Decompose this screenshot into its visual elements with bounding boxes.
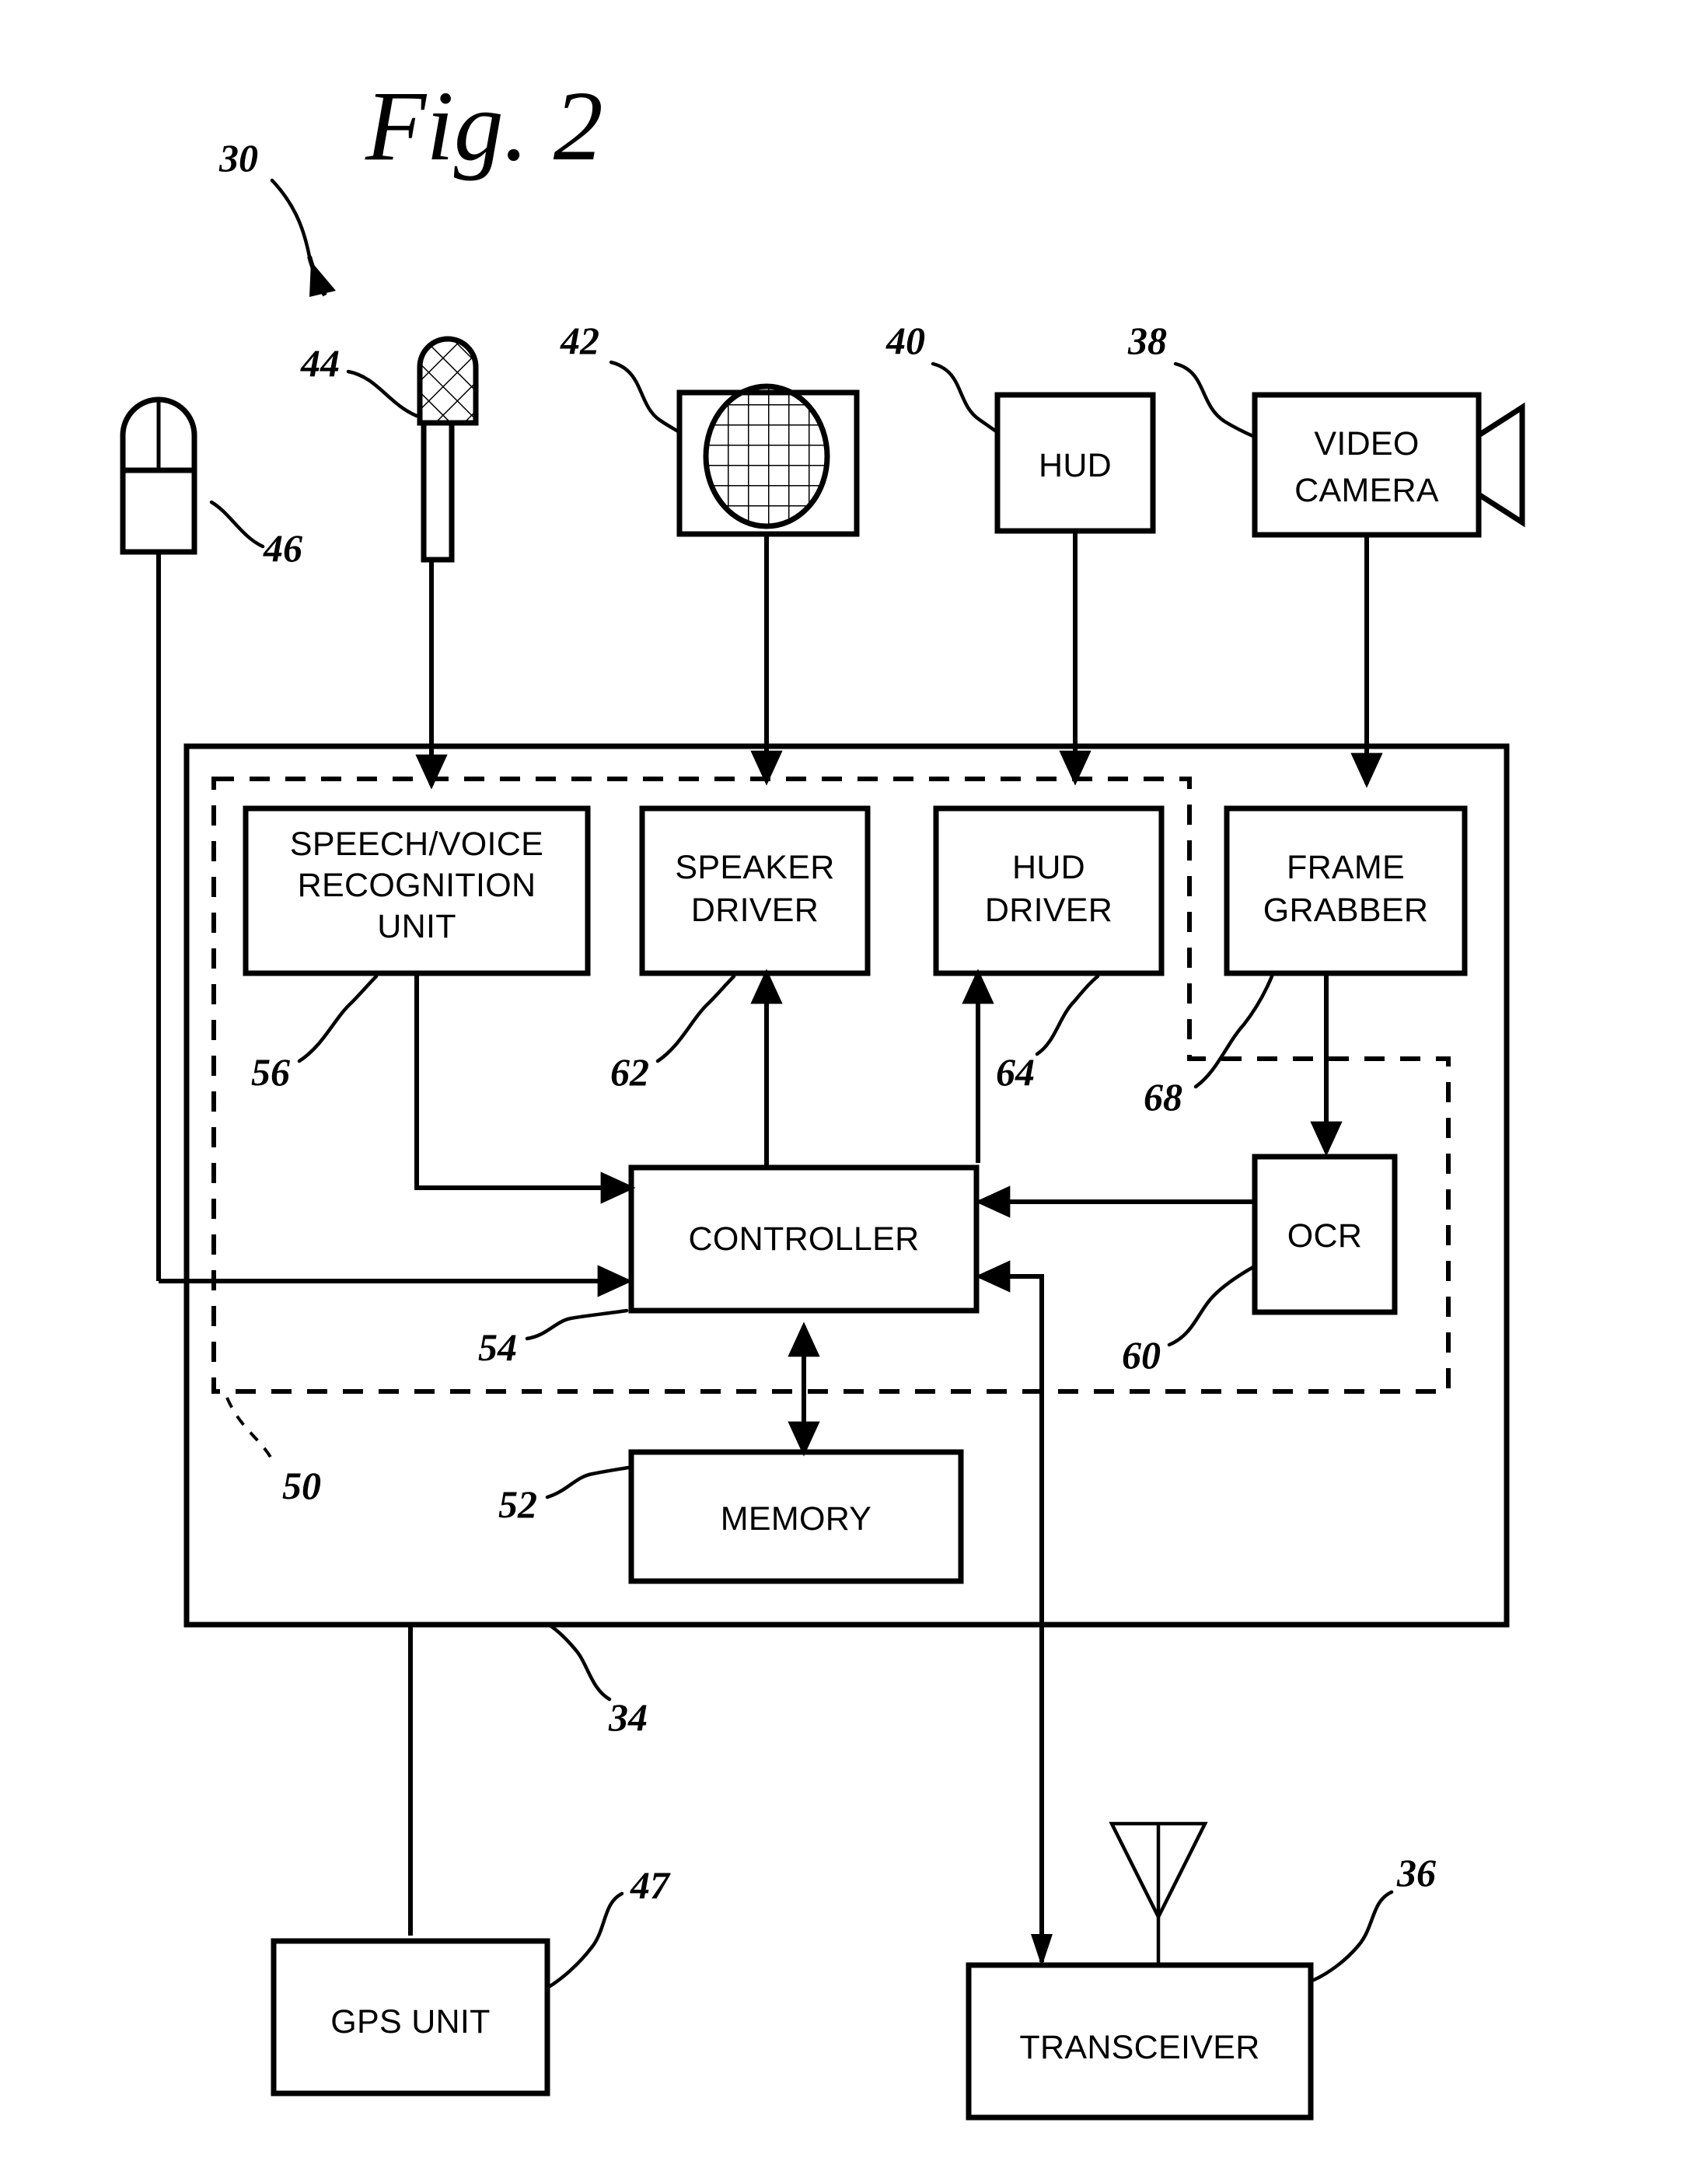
transceiver-block[interactable]: TRANSCEIVER xyxy=(966,1962,1314,2121)
speech-label-3: UNIT xyxy=(377,908,456,945)
ref-42: 42 xyxy=(560,319,599,362)
hud-label: HUD xyxy=(1039,447,1112,484)
gps-unit-label: GPS UNIT xyxy=(330,2003,490,2041)
ref-60: 60 xyxy=(1122,1333,1161,1377)
leader-54 xyxy=(525,1308,629,1341)
block-diagram: Fig. 2 30 46 44 42 HUD 40 VIDEO CAMERA 3… xyxy=(120,71,1525,2121)
leader-62 xyxy=(655,974,736,1063)
ref-36: 36 xyxy=(1396,1851,1436,1894)
ref-30: 30 xyxy=(218,136,258,180)
leader-42 xyxy=(609,360,682,435)
antenna-icon xyxy=(1109,1821,1208,1965)
ref-56: 56 xyxy=(251,1050,290,1094)
ref-68: 68 xyxy=(1144,1075,1182,1119)
pointing-device-46[interactable] xyxy=(120,396,197,1281)
leader-46 xyxy=(209,500,265,549)
leader-40 xyxy=(931,361,1000,435)
video-camera-label-2: CAMERA xyxy=(1294,472,1439,509)
speech-label-1: SPEECH/VOICE xyxy=(290,826,543,863)
ref-40: 40 xyxy=(885,319,925,362)
ref-54: 54 xyxy=(478,1325,517,1369)
frame-grabber-label-2: GRABBER xyxy=(1263,892,1428,929)
frame-grabber-label-1: FRAME xyxy=(1287,849,1405,886)
ref-52: 52 xyxy=(498,1482,537,1526)
hud-driver-block[interactable]: HUD DRIVER xyxy=(933,805,1165,976)
controller-label: CONTROLLER xyxy=(689,1220,920,1258)
ocr-block[interactable]: OCR xyxy=(1252,1154,1398,1315)
ref-44: 44 xyxy=(300,341,340,385)
leader-30-arrowhead xyxy=(309,261,336,297)
leader-56 xyxy=(297,974,379,1063)
ref-38: 38 xyxy=(1127,319,1167,362)
hud-driver-label-2: DRIVER xyxy=(985,892,1112,929)
ref-62: 62 xyxy=(610,1050,649,1094)
video-camera-38[interactable]: VIDEO CAMERA xyxy=(1252,392,1525,788)
gps-unit-block[interactable]: GPS UNIT xyxy=(271,1938,550,2096)
frame-grabber-block[interactable]: FRAME GRABBER xyxy=(1224,805,1468,976)
ref-47: 47 xyxy=(630,1863,671,1907)
speaker-driver-label-2: DRIVER xyxy=(691,892,819,929)
leader-68 xyxy=(1193,974,1274,1089)
leader-50 xyxy=(225,1397,275,1464)
ref-50: 50 xyxy=(282,1464,321,1507)
wire-controller-to-transceiver xyxy=(975,1260,1044,1962)
ref-46: 46 xyxy=(263,526,302,570)
wire-speech-to-controller xyxy=(414,973,636,1204)
figure-title: Fig. 2 xyxy=(365,71,603,181)
ref-64: 64 xyxy=(996,1050,1035,1094)
leader-38 xyxy=(1173,361,1257,439)
leader-60 xyxy=(1167,1265,1256,1347)
ocr-label: OCR xyxy=(1287,1217,1362,1255)
patent-figure-page: Fig. 2 30 46 44 42 HUD 40 VIDEO CAMERA 3… xyxy=(0,0,1708,2182)
speaker-42[interactable] xyxy=(676,381,860,786)
leader-52 xyxy=(545,1465,630,1499)
leader-30 xyxy=(270,178,312,259)
speech-voice-recognition-unit-block[interactable]: SPEECH/VOICE RECOGNITION UNIT xyxy=(243,805,591,976)
leader-36 xyxy=(1310,1890,1394,1983)
leader-64 xyxy=(1035,974,1100,1056)
leader-47 xyxy=(547,1891,624,1989)
speaker-driver-label-1: SPEAKER xyxy=(675,849,834,886)
hud-driver-label-1: HUD xyxy=(1012,849,1085,886)
controller-block[interactable]: CONTROLLER xyxy=(628,1164,980,1314)
hud-display-40[interactable]: HUD xyxy=(994,392,1156,786)
memory-label: MEMORY xyxy=(721,1500,872,1538)
leader-44 xyxy=(346,369,419,418)
speech-label-2: RECOGNITION xyxy=(298,867,536,904)
microphone-44[interactable] xyxy=(412,330,490,790)
ref-34: 34 xyxy=(608,1695,648,1739)
transceiver-arrowhead xyxy=(1031,1934,1053,1967)
video-camera-label-1: VIDEO xyxy=(1314,425,1419,463)
speaker-driver-block[interactable]: SPEAKER DRIVER xyxy=(639,805,871,976)
leader-34 xyxy=(547,1622,612,1702)
transceiver-label: TRANSCEIVER xyxy=(1019,2029,1259,2066)
memory-block[interactable]: MEMORY xyxy=(628,1449,964,1584)
